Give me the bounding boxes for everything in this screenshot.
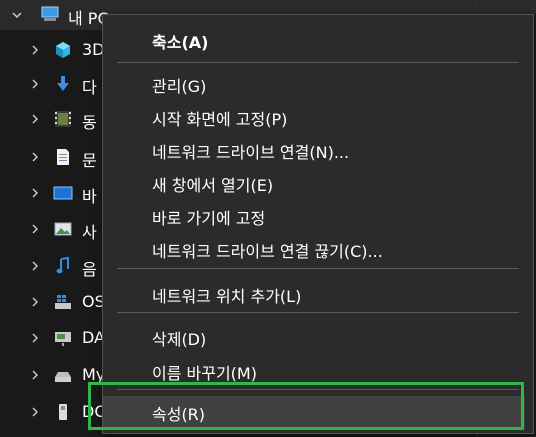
menu-item-delete[interactable]: 삭제(D) bbox=[103, 321, 533, 353]
chevron-right-icon[interactable] bbox=[28, 222, 42, 236]
menu-item-label: 바로 가기에 고정 bbox=[152, 209, 266, 228]
menu-item-label: 관리(G) bbox=[152, 77, 207, 96]
download-arrow-icon bbox=[53, 74, 73, 94]
chevron-right-icon[interactable] bbox=[28, 405, 42, 419]
menu-item-label: 속성(R) bbox=[152, 405, 206, 424]
windows-drive-icon bbox=[53, 292, 73, 312]
chevron-down-icon[interactable] bbox=[10, 8, 24, 22]
menu-separator bbox=[117, 62, 519, 63]
chevron-right-icon[interactable] bbox=[28, 77, 42, 91]
document-icon bbox=[53, 147, 73, 167]
menu-item-pin-to-start[interactable]: 시작 화면에 고정(P) bbox=[103, 101, 533, 133]
menu-separator bbox=[117, 268, 519, 269]
usb-drive-icon bbox=[53, 402, 73, 422]
menu-item-label: 시작 화면에 고정(P) bbox=[152, 110, 288, 129]
menu-item-add-network-location[interactable]: 네트워크 위치 추가(L) bbox=[103, 278, 533, 310]
menu-item-label: 삭제(D) bbox=[152, 330, 207, 349]
context-menu: 축소(A) 관리(G) 시작 화면에 고정(P) 네트워크 드라이브 연결(N)...… bbox=[102, 14, 534, 434]
menu-item-manage[interactable]: 관리(G) bbox=[103, 68, 533, 100]
video-film-icon bbox=[53, 109, 73, 129]
menu-item-label: 네트워크 드라이브 연결(N)... bbox=[152, 143, 350, 162]
network-drive-icon bbox=[53, 328, 73, 348]
menu-item-collapse[interactable]: 축소(A) bbox=[103, 24, 533, 56]
chevron-right-icon[interactable] bbox=[28, 43, 42, 57]
menu-item-disconnect-network-drive[interactable]: 네트워크 드라이브 연결 끊기(C)... bbox=[103, 233, 533, 265]
drive-icon bbox=[53, 365, 73, 385]
chevron-right-icon[interactable] bbox=[28, 150, 42, 164]
menu-item-label: 네트워크 드라이브 연결 끊기(C)... bbox=[152, 242, 383, 261]
menu-separator bbox=[117, 312, 519, 313]
desktop-icon bbox=[53, 183, 73, 203]
menu-item-rename[interactable]: 이름 바꾸기(M) bbox=[103, 355, 533, 387]
tree-item-label: 음 bbox=[82, 260, 97, 279]
3d-objects-icon bbox=[53, 40, 73, 60]
computer-icon bbox=[40, 4, 60, 24]
chevron-right-icon[interactable] bbox=[28, 295, 42, 309]
tree-item-label: 동 bbox=[82, 113, 97, 132]
chevron-right-icon[interactable] bbox=[28, 186, 42, 200]
menu-item-label: 이름 바꾸기(M) bbox=[152, 364, 257, 383]
picture-icon bbox=[53, 219, 73, 239]
chevron-right-icon[interactable] bbox=[28, 368, 42, 382]
menu-item-open-new-window[interactable]: 새 창에서 열기(E) bbox=[103, 167, 533, 199]
menu-item-pin-quick-access[interactable]: 바로 가기에 고정 bbox=[103, 200, 533, 232]
tree-item-label: 바 bbox=[82, 187, 97, 206]
menu-separator bbox=[117, 389, 519, 390]
menu-item-label: 축소(A) bbox=[152, 33, 209, 52]
tree-item-label: 사 bbox=[82, 223, 97, 242]
music-note-icon bbox=[53, 256, 73, 276]
tree-item-label: 다 bbox=[82, 78, 97, 97]
menu-item-map-network-drive[interactable]: 네트워크 드라이브 연결(N)... bbox=[103, 134, 533, 166]
chevron-right-icon[interactable] bbox=[28, 259, 42, 273]
menu-item-properties[interactable]: 속성(R) bbox=[103, 396, 525, 428]
menu-item-label: 새 창에서 열기(E) bbox=[152, 176, 274, 195]
tree-item-label: 문 bbox=[82, 151, 97, 170]
chevron-right-icon[interactable] bbox=[28, 112, 42, 126]
chevron-right-icon[interactable] bbox=[28, 331, 42, 345]
menu-item-label: 네트워크 위치 추가(L) bbox=[152, 287, 302, 306]
